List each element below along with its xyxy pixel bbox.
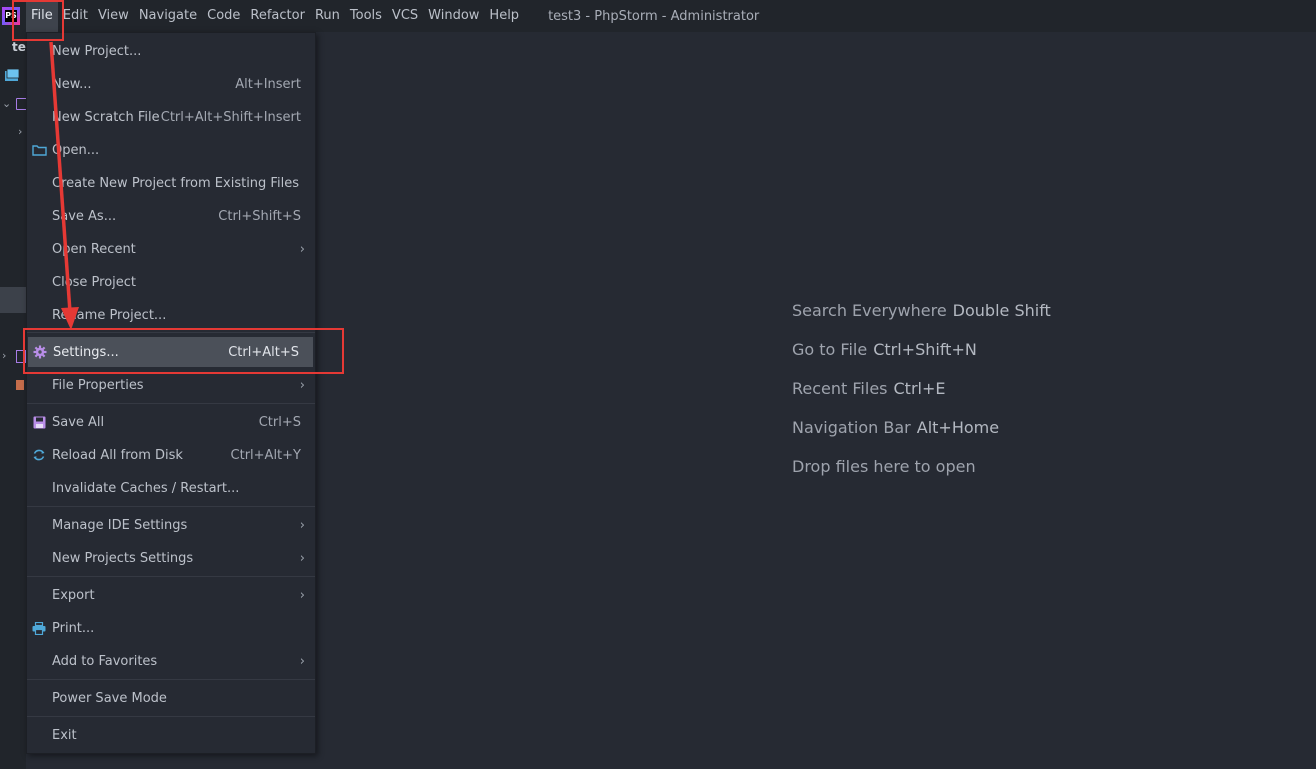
menu-item-shortcut: Ctrl+Alt+Shift+Insert bbox=[160, 109, 301, 125]
menu-item-label: Manage IDE Settings bbox=[52, 517, 188, 533]
menu-item-close-project[interactable]: Close Project bbox=[27, 267, 315, 297]
menu-item-open[interactable]: Open... bbox=[27, 135, 315, 165]
hint-text: Search Everywhere bbox=[792, 301, 947, 320]
menu-window[interactable]: Window bbox=[423, 0, 484, 32]
menu-item-print[interactable]: Print... bbox=[27, 613, 315, 643]
chevron-down-icon[interactable]: ⌄ bbox=[2, 97, 11, 110]
chevron-right-icon: › bbox=[299, 587, 305, 603]
chevron-right-icon: › bbox=[299, 517, 305, 533]
menu-item-shortcut: Ctrl+S bbox=[258, 414, 301, 430]
menu-item-label: File Properties bbox=[52, 377, 144, 393]
menu-item-power-save-mode[interactable]: Power Save Mode bbox=[27, 683, 315, 713]
chevron-right-icon[interactable]: › bbox=[18, 125, 22, 138]
menu-item-new[interactable]: New... Alt+Insert bbox=[27, 69, 315, 99]
menu-code[interactable]: Code bbox=[202, 0, 245, 32]
project-folder-icon[interactable] bbox=[4, 68, 20, 82]
menu-item-label: New... bbox=[52, 76, 92, 92]
project-tool-window bbox=[0, 32, 26, 769]
menu-item-shortcut: Ctrl+Shift+S bbox=[218, 208, 301, 224]
print-icon bbox=[31, 620, 47, 636]
hint-navigation-bar: Navigation Bar Alt+Home bbox=[792, 418, 999, 437]
project-tab-label[interactable]: te bbox=[12, 40, 26, 54]
hint-shortcut: Alt+Home bbox=[916, 418, 1000, 437]
menu-item-label: Reload All from Disk bbox=[52, 447, 183, 463]
menu-item-label: New Projects Settings bbox=[52, 550, 194, 566]
menu-item-label: Add to Favorites bbox=[52, 653, 158, 669]
file-menu-dropdown: New Project... New... Alt+Insert New Scr… bbox=[26, 32, 316, 754]
menu-item-label: Create New Project from Existing Files bbox=[52, 175, 299, 191]
menu-item-label: Exit bbox=[52, 727, 77, 743]
menu-item-save-as[interactable]: Save As... Ctrl+Shift+S bbox=[27, 201, 315, 231]
hint-text: Navigation Bar bbox=[792, 418, 911, 437]
menu-item-open-recent[interactable]: Open Recent › bbox=[27, 234, 315, 264]
menu-item-label: Open... bbox=[52, 142, 100, 158]
chevron-right-icon: › bbox=[299, 550, 305, 566]
menu-item-file-properties[interactable]: File Properties › bbox=[27, 370, 315, 400]
menu-item-invalidate-caches[interactable]: Invalidate Caches / Restart... bbox=[27, 473, 315, 503]
reload-icon bbox=[31, 447, 47, 463]
menu-item-create-from-existing[interactable]: Create New Project from Existing Files bbox=[27, 168, 315, 198]
menu-item-manage-ide-settings[interactable]: Manage IDE Settings › bbox=[27, 510, 315, 540]
file-icon bbox=[16, 380, 24, 390]
menu-item-new-projects-settings[interactable]: New Projects Settings › bbox=[27, 543, 315, 573]
menu-item-label: Open Recent bbox=[52, 241, 136, 257]
menu-separator bbox=[27, 716, 315, 717]
menu-item-label: Close Project bbox=[52, 274, 137, 290]
annotation-highlight-file bbox=[12, 0, 64, 41]
menu-item-label: New Scratch File bbox=[52, 109, 160, 125]
menu-item-label: New Project... bbox=[52, 43, 142, 59]
menu-item-export[interactable]: Export › bbox=[27, 580, 315, 610]
menu-bar: PS File Edit View Navigate Code Refactor… bbox=[0, 0, 1316, 32]
chevron-right-icon: › bbox=[299, 377, 305, 393]
hint-text: Drop files here to open bbox=[792, 457, 976, 476]
menu-item-exit[interactable]: Exit bbox=[27, 720, 315, 750]
menu-item-save-all[interactable]: Save All Ctrl+S bbox=[27, 407, 315, 437]
menu-navigate[interactable]: Navigate bbox=[134, 0, 202, 32]
menu-separator bbox=[27, 576, 315, 577]
hint-text: Go to File bbox=[792, 340, 868, 359]
menu-item-new-project[interactable]: New Project... bbox=[27, 36, 315, 66]
tree-selected-row[interactable] bbox=[0, 287, 26, 313]
hint-drop-files: Drop files here to open bbox=[792, 457, 976, 476]
menu-item-label: Save All bbox=[52, 414, 105, 430]
menu-vcs[interactable]: VCS bbox=[387, 0, 423, 32]
chevron-right-icon: › bbox=[299, 241, 305, 257]
folder-icon bbox=[31, 142, 47, 158]
hint-shortcut: Ctrl+E bbox=[893, 379, 946, 398]
menu-refactor[interactable]: Refactor bbox=[245, 0, 310, 32]
hint-shortcut: Ctrl+Shift+N bbox=[873, 340, 977, 359]
menu-item-label: Invalidate Caches / Restart... bbox=[52, 480, 240, 496]
menu-help[interactable]: Help bbox=[484, 0, 524, 32]
menu-item-rename-project[interactable]: Rename Project... bbox=[27, 300, 315, 330]
menu-separator bbox=[27, 403, 315, 404]
menu-item-label: Save As... bbox=[52, 208, 117, 224]
hint-search-everywhere: Search Everywhere Double Shift bbox=[792, 301, 1051, 320]
menu-item-reload-all[interactable]: Reload All from Disk Ctrl+Alt+Y bbox=[27, 440, 315, 470]
menu-item-shortcut: Ctrl+Alt+Y bbox=[230, 447, 301, 463]
menu-item-label: Export bbox=[52, 587, 95, 603]
menu-item-label: Print... bbox=[52, 620, 95, 636]
hint-go-to-file: Go to File Ctrl+Shift+N bbox=[792, 340, 977, 359]
window-title: test3 - PhpStorm - Administrator bbox=[548, 8, 760, 24]
menu-separator bbox=[27, 506, 315, 507]
save-icon bbox=[31, 414, 47, 430]
chevron-right-icon[interactable]: › bbox=[2, 349, 6, 362]
menu-view[interactable]: View bbox=[93, 0, 134, 32]
menu-run[interactable]: Run bbox=[310, 0, 345, 32]
menu-item-add-to-favorites[interactable]: Add to Favorites › bbox=[27, 646, 315, 676]
menu-item-new-scratch-file[interactable]: New Scratch File Ctrl+Alt+Shift+Insert bbox=[27, 102, 315, 132]
hint-recent-files: Recent Files Ctrl+E bbox=[792, 379, 945, 398]
menu-item-label: Power Save Mode bbox=[52, 690, 167, 706]
menu-tools[interactable]: Tools bbox=[345, 0, 387, 32]
menu-item-shortcut: Alt+Insert bbox=[235, 76, 301, 92]
hint-shortcut: Double Shift bbox=[952, 301, 1051, 320]
menu-separator bbox=[27, 679, 315, 680]
menu-item-label: Rename Project... bbox=[52, 307, 167, 323]
chevron-right-icon: › bbox=[299, 653, 305, 669]
hint-text: Recent Files bbox=[792, 379, 888, 398]
annotation-highlight-settings bbox=[23, 328, 344, 374]
